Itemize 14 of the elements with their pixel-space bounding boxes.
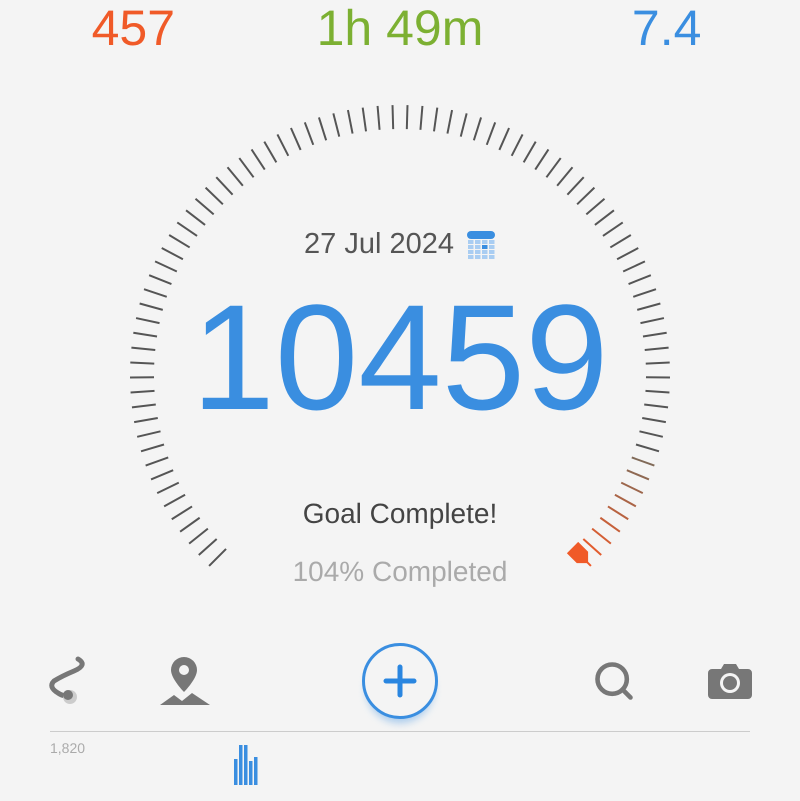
completion-percent: 104% Completed <box>292 554 508 589</box>
gauge-marker-icon <box>566 542 588 564</box>
goal-status: Goal Complete! <box>302 496 498 531</box>
step-count: 10459 <box>191 276 609 436</box>
stat-value: 457 <box>90 0 176 56</box>
add-button[interactable] <box>362 643 438 719</box>
stat-value: 1h 49m <box>316 0 484 56</box>
map-pin-icon[interactable] <box>158 655 212 707</box>
axis-label: 1,820 <box>50 739 86 758</box>
camera-icon[interactable] <box>708 663 752 699</box>
plus-icon <box>383 664 417 698</box>
date-label: 27 Jul 2024 <box>304 227 454 262</box>
calendar-icon[interactable] <box>466 230 496 260</box>
stat-value: 7.4 <box>630 0 702 56</box>
